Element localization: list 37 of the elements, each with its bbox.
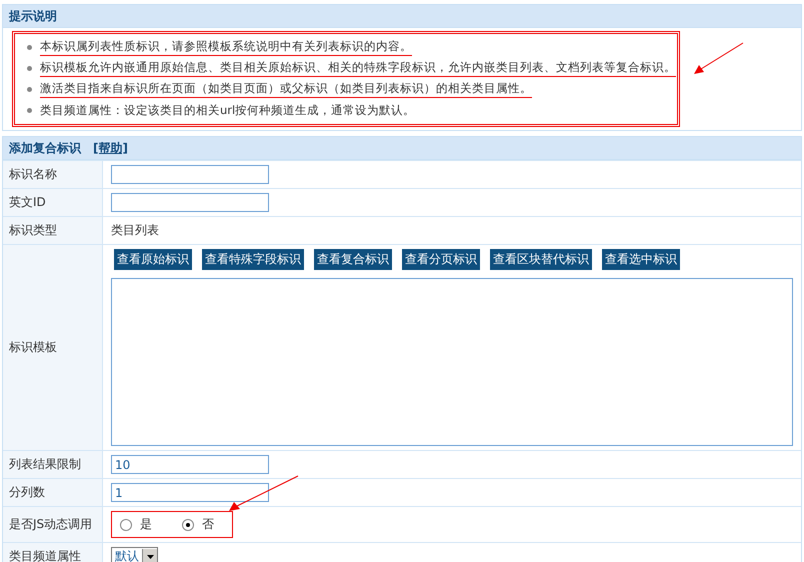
view-button[interactable]: 查看选中标识 — [602, 249, 680, 270]
view-button[interactable]: 查看分页标识 — [402, 249, 480, 270]
field-label: 标识模板 — [9, 339, 57, 356]
note-text: 类目频道属性：设定该类目的相关url按何种频道生成，通常设为默认。 — [40, 102, 416, 118]
radio-button[interactable] — [182, 518, 194, 530]
field-label: 分列数 — [9, 484, 45, 501]
select-dropdown[interactable]: 默认 — [111, 546, 158, 562]
annotation-arrow — [693, 42, 745, 76]
help-link[interactable]: [帮助] — [93, 140, 128, 156]
note-text: 本标识属列表性质标识，请参照模板系统说明中有关列表标识的内容。 — [40, 39, 412, 56]
input-field[interactable] — [111, 193, 269, 212]
field-label: 标识类型 — [9, 222, 57, 239]
view-button[interactable]: 查看复合标识 — [314, 249, 392, 270]
note-text: 标识模板允许内嵌通用原始信息、类目相关原始标识、相关的特殊字段标识，允许内嵌类目列表、文档列表等复合标识。 — [40, 60, 676, 77]
note-text: 激活类目指来自标识所在页面（如类目页面）或父标识（如类目列表标识）的相关类目属性。 — [40, 81, 532, 98]
radio-label: 是 — [140, 516, 152, 533]
bullet-icon — [27, 66, 32, 71]
field-label: 标识名称 — [9, 166, 57, 183]
input-field[interactable] — [111, 165, 269, 184]
view-button[interactable]: 查看原始标识 — [114, 249, 192, 270]
field-label: 是否JS动态调用 — [9, 516, 92, 533]
section-title: 提示说明 — [9, 8, 57, 24]
radio-label: 否 — [202, 516, 214, 533]
bullet-icon — [27, 45, 32, 50]
field-label: 英文ID — [9, 194, 46, 211]
field-label: 类目频道属性 — [9, 548, 81, 562]
view-button[interactable]: 查看特殊字段标识 — [202, 249, 304, 270]
radio-button[interactable] — [120, 518, 132, 530]
input-field[interactable]: 10 — [111, 455, 269, 474]
section-title: 添加复合标识 — [9, 140, 81, 156]
field-label: 列表结果限制 — [9, 456, 81, 473]
caret-icon — [146, 554, 154, 558]
field-value: 类目列表 — [111, 222, 159, 239]
bullet-icon — [27, 87, 32, 92]
input-field[interactable]: 1 — [111, 483, 269, 502]
bullet-icon — [27, 108, 32, 113]
view-button[interactable]: 查看区块替代标识 — [490, 249, 592, 270]
